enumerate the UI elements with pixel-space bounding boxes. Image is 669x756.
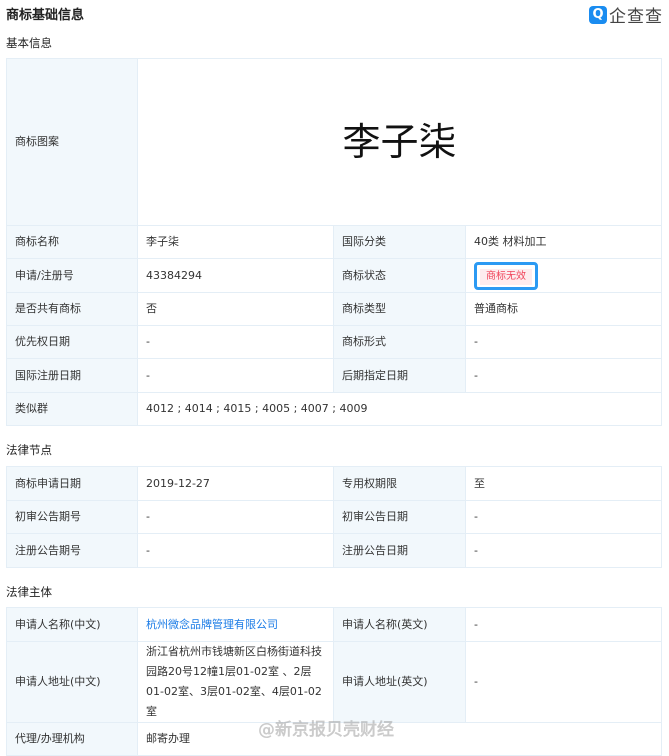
logo-icon: Q	[589, 5, 607, 24]
image-label: 商标图案	[6, 58, 138, 226]
qichacha-logo: Q 企查查	[589, 2, 663, 27]
legal-nodes-table: 商标申请日期 2019-12-27 专用权期限至 初审公告期号 - 初审公告日期 - 注册…	[6, 466, 662, 568]
status-badge: 商标无效	[474, 261, 538, 290]
page-title: 商标基础信息	[6, 8, 85, 23]
watermark: @新京报贝壳财经	[258, 720, 394, 740]
section-basic: 基本信息	[6, 36, 52, 50]
section-legal-nodes: 法律节点	[6, 443, 52, 457]
applicant-link[interactable]: 杭州微念品牌管理有限公司	[146, 618, 278, 631]
similar-groups: 4012 ; 4014 ; 4015 ; 4005 ; 4007 ; 4009	[137, 392, 662, 426]
basic-info-table: 商标图案 李子柒 商标名称 李子柒 国际分类 40类 材料加工 申请/注册号 433842…	[6, 58, 662, 426]
applicant-address: 浙江省杭州市钱塘新区白杨街道科技园路20号12幢1层01-02室 、2层01-0…	[137, 641, 334, 723]
trademark-image: 李子柒	[137, 58, 662, 226]
section-legal-subject: 法律主体	[6, 585, 52, 599]
